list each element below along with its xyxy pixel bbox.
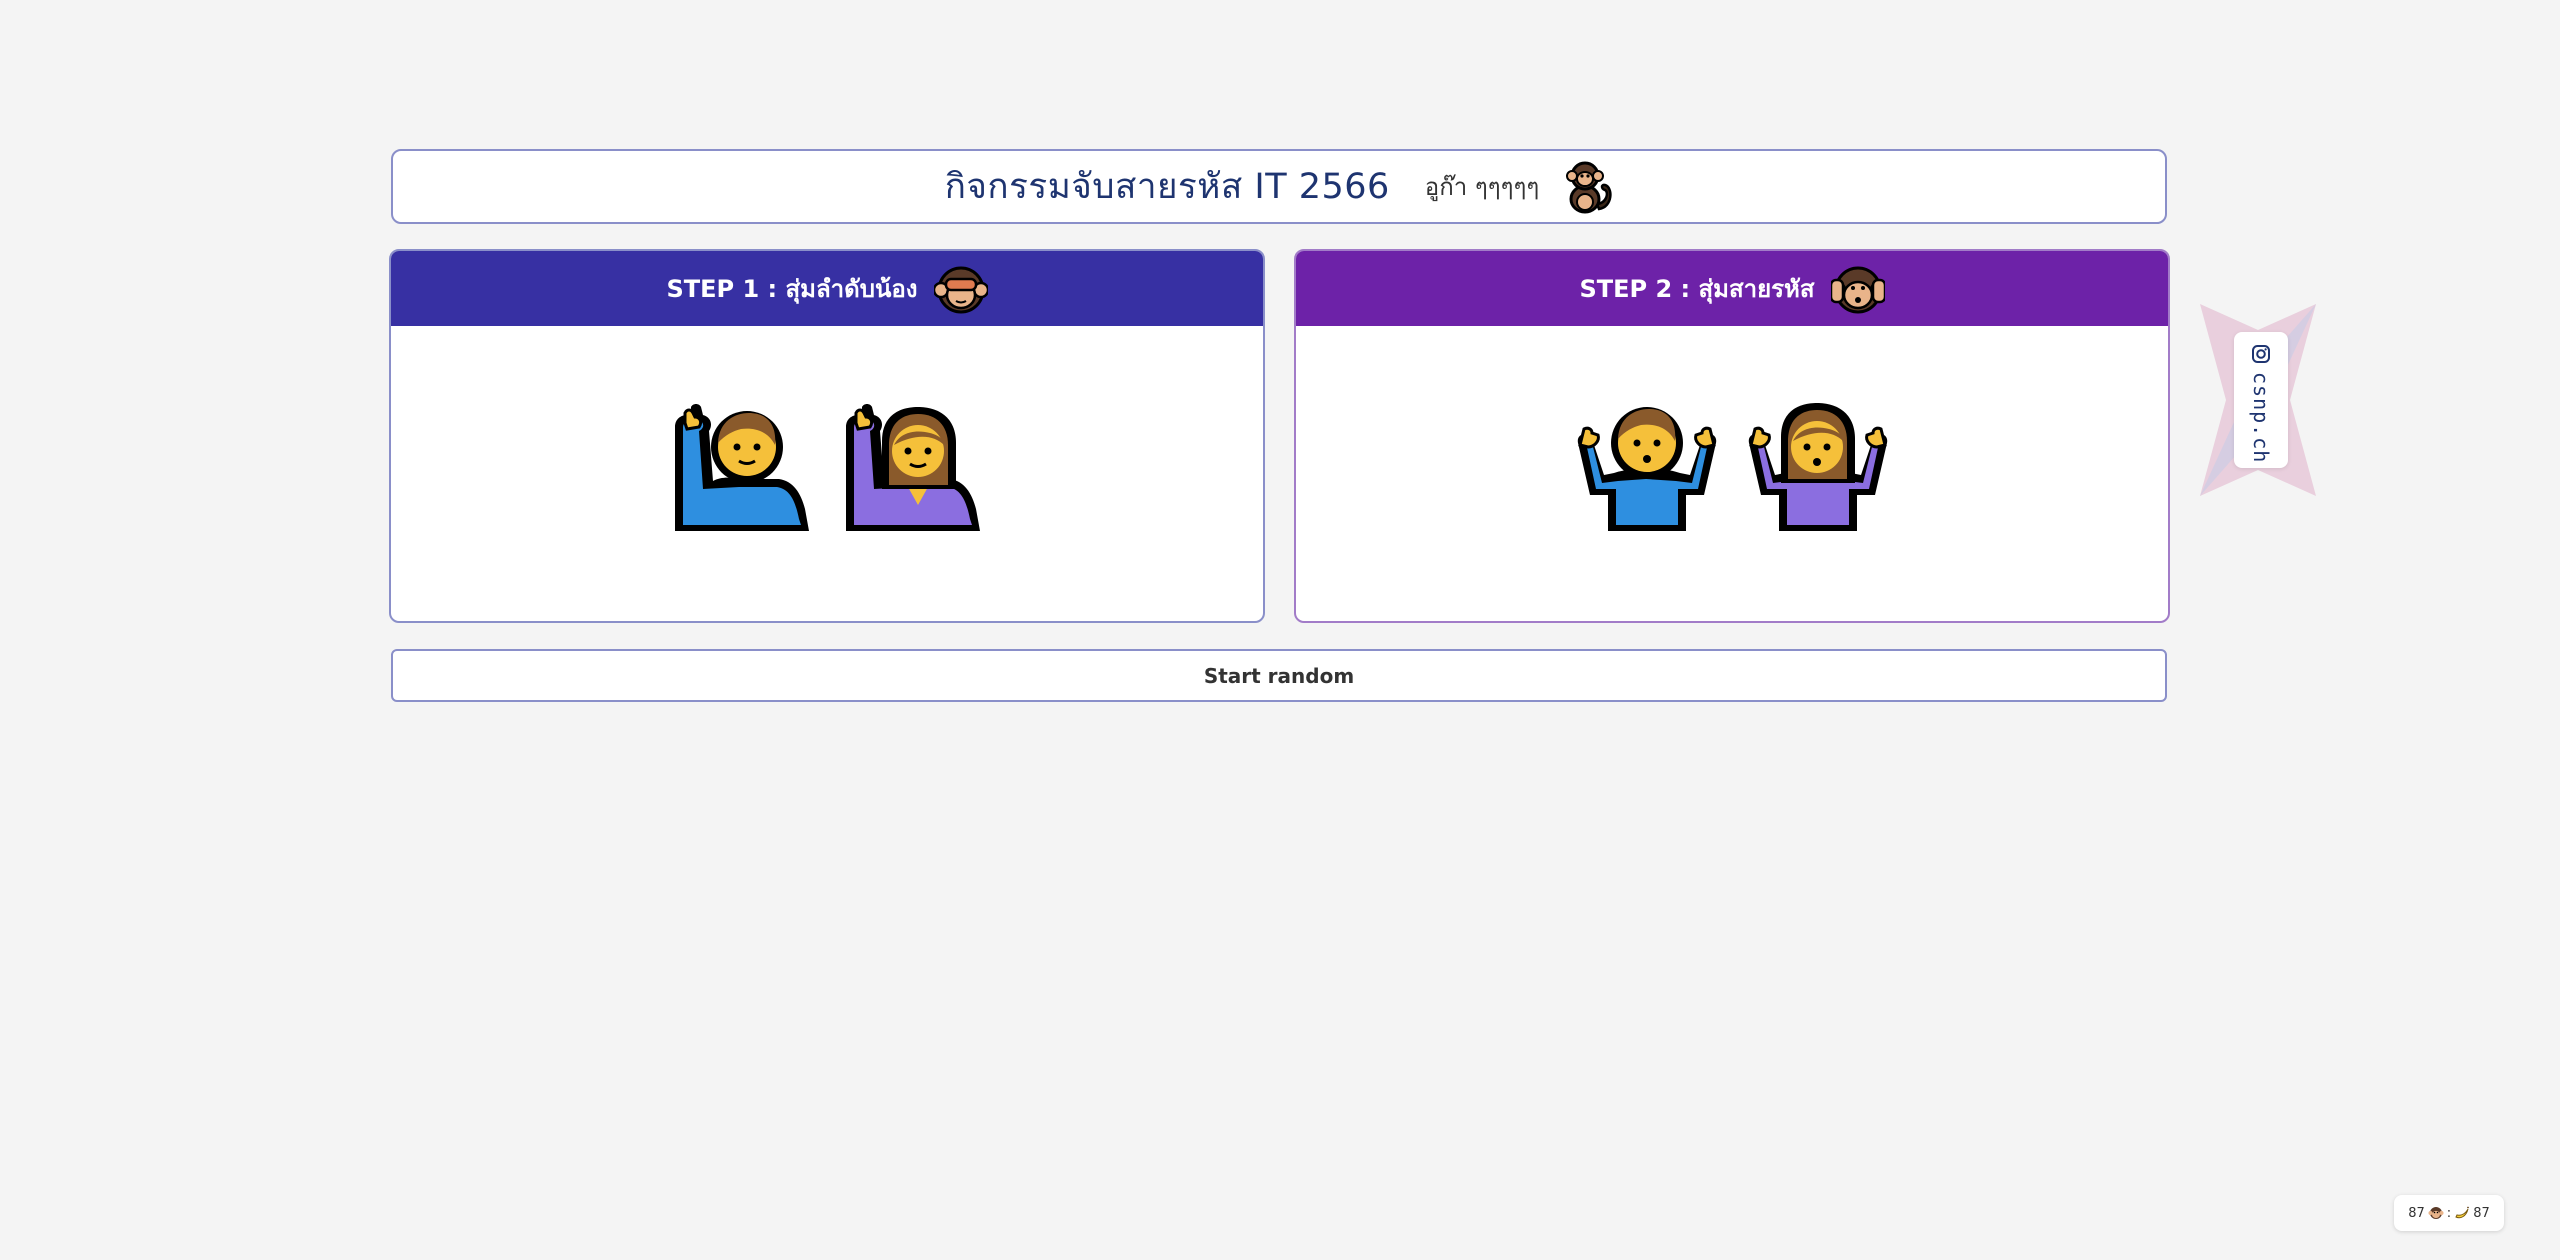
man-shrugging-icon (1577, 407, 1717, 531)
counter-left-value: 87 (2408, 1205, 2425, 1221)
hear-no-evil-monkey-icon (1830, 266, 1885, 313)
see-no-evil-monkey-icon (933, 266, 988, 313)
counter-badge: 87 : 87 (2394, 1195, 2504, 1231)
page-title: กิจกรรมจับสายรหัส IT 2566 (944, 167, 1390, 207)
step-2-label: STEP 2 : สุ่มสายรหัส (1579, 275, 1815, 303)
step-2-header: STEP 2 : สุ่มสายรหัส (1296, 251, 2168, 326)
banana-icon (2455, 1206, 2470, 1219)
step-1-header: STEP 1 : สุ่มลำดับน้อง (391, 251, 1263, 326)
instagram-badge[interactable]: csnp.ch (2196, 300, 2320, 500)
counter-separator: : (2446, 1205, 2452, 1221)
step-1-card: STEP 1 : สุ่มลำดับน้อง (389, 249, 1265, 623)
man-raising-hand-icon (675, 404, 809, 531)
monkey-face-icon (2428, 1207, 2444, 1219)
instagram-card[interactable]: csnp.ch (2234, 332, 2288, 468)
page-subtitle: อูก๊า ๆๆๆๆๆ (1424, 173, 1540, 201)
header-card: กิจกรรมจับสายรหัส IT 2566 อูก๊า ๆๆๆๆๆ (391, 149, 2167, 224)
step-1-body (391, 326, 1263, 621)
woman-raising-hand-icon (846, 404, 980, 531)
instagram-icon (2252, 345, 2270, 363)
step-2-card: STEP 2 : สุ่มสายรหัส (1294, 249, 2170, 623)
step-2-body (1296, 326, 2168, 621)
start-random-button[interactable]: Start random (391, 649, 2167, 702)
monkey-icon (1566, 161, 1612, 213)
instagram-handle: csnp.ch (2249, 372, 2273, 464)
counter-right-value: 87 (2473, 1205, 2490, 1221)
step-1-label: STEP 1 : สุ่มลำดับน้อง (666, 275, 918, 303)
woman-shrugging-icon (1748, 403, 1888, 531)
